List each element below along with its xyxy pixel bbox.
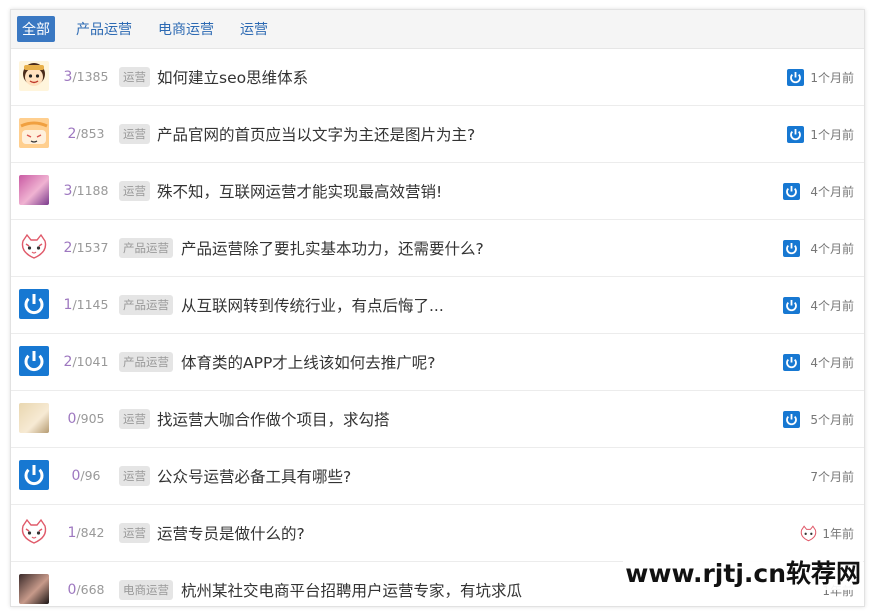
topic-category-tag[interactable]: 运营	[119, 124, 150, 144]
power-icon[interactable]	[19, 460, 49, 490]
topic-row: 2/1537 产品运营 产品运营除了要扎实基本功力，还需要什么? 4个月前	[11, 220, 864, 277]
photo-avatar[interactable]	[19, 175, 49, 205]
power-icon[interactable]	[787, 69, 804, 86]
topic-title-link[interactable]: 找运营大咖合作做个项目，求勾搭	[157, 408, 390, 430]
view-count: 853	[80, 126, 105, 141]
tab-ecommerce-operations[interactable]: 电商运营	[153, 16, 219, 42]
cat-avatar[interactable]	[19, 232, 49, 262]
tab-product-operations[interactable]: 产品运营	[71, 16, 137, 42]
site-watermark: www.rjtj.cn软荐网	[623, 554, 863, 590]
power-icon[interactable]	[783, 183, 800, 200]
view-count: 96	[84, 468, 101, 483]
topic-title-link[interactable]: 杭州某社交电商平台招聘用户运营专家，有坑求瓜	[181, 579, 522, 601]
last-active-time: 4个月前	[810, 355, 854, 370]
topic-title-link[interactable]: 公众号运营必备工具有哪些?	[157, 465, 351, 487]
last-active-time: 5个月前	[810, 412, 854, 427]
topic-category-tag[interactable]: 运营	[119, 67, 150, 87]
view-count: 1041	[76, 354, 109, 369]
last-active-time: 1年前	[822, 526, 854, 541]
reply-view-count: 0/905	[67, 411, 105, 427]
topic-row: 3/1385 运营 如何建立seo思维体系 1个月前	[11, 49, 864, 106]
power-icon[interactable]	[19, 346, 49, 376]
topic-list-panel: 全部 产品运营 电商运营 运营 3/1385 运营 如何建立seo思维体系 1个…	[10, 9, 865, 607]
reply-view-count: 1/842	[67, 525, 105, 541]
reply-view-count: 2/1537	[63, 240, 109, 256]
reply-view-count: 1/1145	[63, 297, 109, 313]
last-active-time: 1个月前	[810, 127, 854, 142]
topic-category-tag[interactable]: 运营	[119, 523, 150, 543]
topic-title-link[interactable]: 运营专员是做什么的?	[157, 522, 305, 544]
topic-row: 3/1188 运营 殊不知，互联网运营才能实现最高效营销! 4个月前	[11, 163, 864, 220]
power-icon[interactable]	[783, 354, 800, 371]
view-count: 1188	[76, 183, 109, 198]
topic-title-link[interactable]: 产品官网的首页应当以文字为主还是图片为主?	[157, 123, 475, 145]
tab-operations[interactable]: 运营	[235, 16, 273, 42]
topic-title-link[interactable]: 殊不知，互联网运营才能实现最高效营销!	[157, 180, 442, 202]
cat-icon[interactable]	[799, 525, 817, 542]
view-count: 905	[80, 411, 105, 426]
view-count: 1537	[76, 240, 109, 255]
category-tabs: 全部 产品运营 电商运营 运营	[11, 10, 864, 49]
topic-category-tag[interactable]: 产品运营	[119, 238, 173, 258]
last-active-time: 4个月前	[810, 241, 854, 256]
last-active-time: 4个月前	[810, 184, 854, 199]
reply-view-count: 0/668	[67, 582, 105, 598]
power-icon[interactable]	[783, 297, 800, 314]
cartoon-character-avatar[interactable]	[19, 61, 49, 91]
reply-view-count: 0/96	[71, 468, 101, 484]
cat-avatar[interactable]	[19, 517, 49, 547]
topic-category-tag[interactable]: 产品运营	[119, 295, 173, 315]
power-icon[interactable]	[783, 240, 800, 257]
view-count: 1145	[76, 297, 109, 312]
reply-view-count: 2/1041	[63, 354, 109, 370]
topic-row: 2/853 运营 产品官网的首页应当以文字为主还是图片为主? 1个月前	[11, 106, 864, 163]
topic-title-link[interactable]: 从互联网转到传统行业，有点后悔了...	[181, 294, 444, 316]
topic-row: 1/1145 产品运营 从互联网转到传统行业，有点后悔了... 4个月前	[11, 277, 864, 334]
view-count: 1385	[76, 69, 109, 84]
view-count: 668	[80, 582, 105, 597]
reply-view-count: 3/1188	[63, 183, 109, 199]
reply-view-count: 2/853	[67, 126, 105, 142]
topic-category-tag[interactable]: 电商运营	[119, 580, 173, 600]
photo-avatar[interactable]	[19, 574, 49, 604]
power-icon[interactable]	[783, 411, 800, 428]
topic-row: 0/96 运营 公众号运营必备工具有哪些? 7个月前	[11, 448, 864, 505]
topic-category-tag[interactable]: 运营	[119, 181, 150, 201]
topic-title-link[interactable]: 如何建立seo思维体系	[157, 66, 308, 88]
topic-category-tag[interactable]: 运营	[119, 466, 150, 486]
power-icon[interactable]	[787, 126, 804, 143]
last-active-time: 7个月前	[810, 469, 854, 484]
last-active-time: 4个月前	[810, 298, 854, 313]
reply-view-count: 3/1385	[63, 69, 109, 85]
last-active-time: 1个月前	[810, 70, 854, 85]
topic-row: 0/905 运营 找运营大咖合作做个项目，求勾搭 5个月前	[11, 391, 864, 448]
topic-category-tag[interactable]: 运营	[119, 409, 150, 429]
topic-row: 2/1041 产品运营 体育类的APP才上线该如何去推广呢? 4个月前	[11, 334, 864, 391]
cartoon-character-avatar[interactable]	[19, 118, 49, 148]
tab-all[interactable]: 全部	[17, 16, 55, 42]
view-count: 842	[80, 525, 105, 540]
topic-category-tag[interactable]: 产品运营	[119, 352, 173, 372]
power-icon[interactable]	[19, 289, 49, 319]
photo-avatar[interactable]	[19, 403, 49, 433]
topic-title-link[interactable]: 体育类的APP才上线该如何去推广呢?	[181, 351, 436, 373]
topic-title-link[interactable]: 产品运营除了要扎实基本功力，还需要什么?	[181, 237, 484, 259]
